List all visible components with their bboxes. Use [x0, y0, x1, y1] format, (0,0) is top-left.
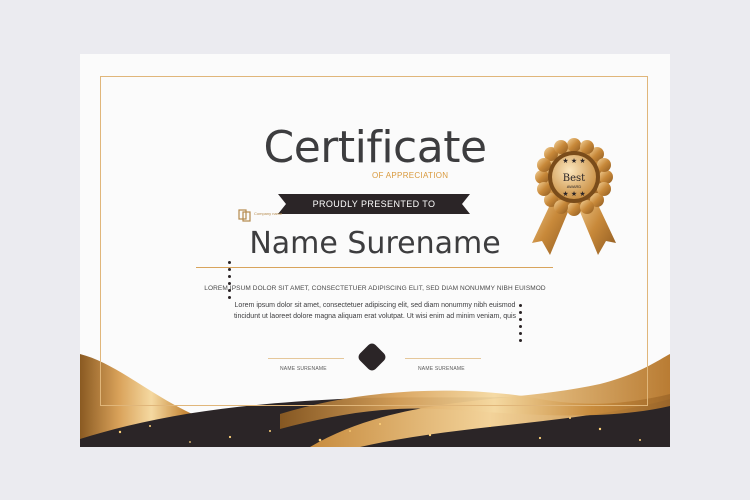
lead-text: LOREM IPSUM DOLOR SIT AMET, CONSECTETUER…: [204, 285, 546, 292]
certificate-subtitle: OF APPRECIATION: [372, 171, 449, 180]
signature-label-right: NAME SURENAME: [418, 366, 465, 372]
body-line: Lorem ipsum dolor sit amet, consectetuer…: [234, 302, 516, 309]
svg-text:★ ★ ★: ★ ★ ★: [562, 190, 585, 198]
logo-text: Company name: [254, 211, 283, 216]
banner-text: PROUDLY PRESENTED TO: [312, 199, 436, 209]
logo-icon: [238, 209, 251, 222]
body-line: tincidunt ut laoreet dolore magna aliqua…: [233, 313, 517, 320]
body-paragraph: Lorem ipsum dolor sit amet, consectetuer…: [192, 300, 558, 322]
signature-line-left: [268, 358, 344, 359]
dot-column-left: [228, 261, 231, 303]
medal-top-text: Best: [563, 173, 585, 184]
award-medal-icon: ★ ★ ★ ★ ★ ★ Best AWARD: [532, 138, 616, 255]
certificate-card: Certificate OF APPRECIATION PROUDLY PRES…: [80, 54, 670, 447]
medal-bottom-text: AWARD: [567, 184, 582, 189]
dot-column-right: [519, 304, 522, 346]
svg-text:★ ★ ★: ★ ★ ★: [562, 157, 585, 165]
signature-label-left: NAME SURENAME: [280, 366, 327, 372]
name-underline: [196, 267, 553, 268]
signature-line-right: [405, 358, 481, 359]
